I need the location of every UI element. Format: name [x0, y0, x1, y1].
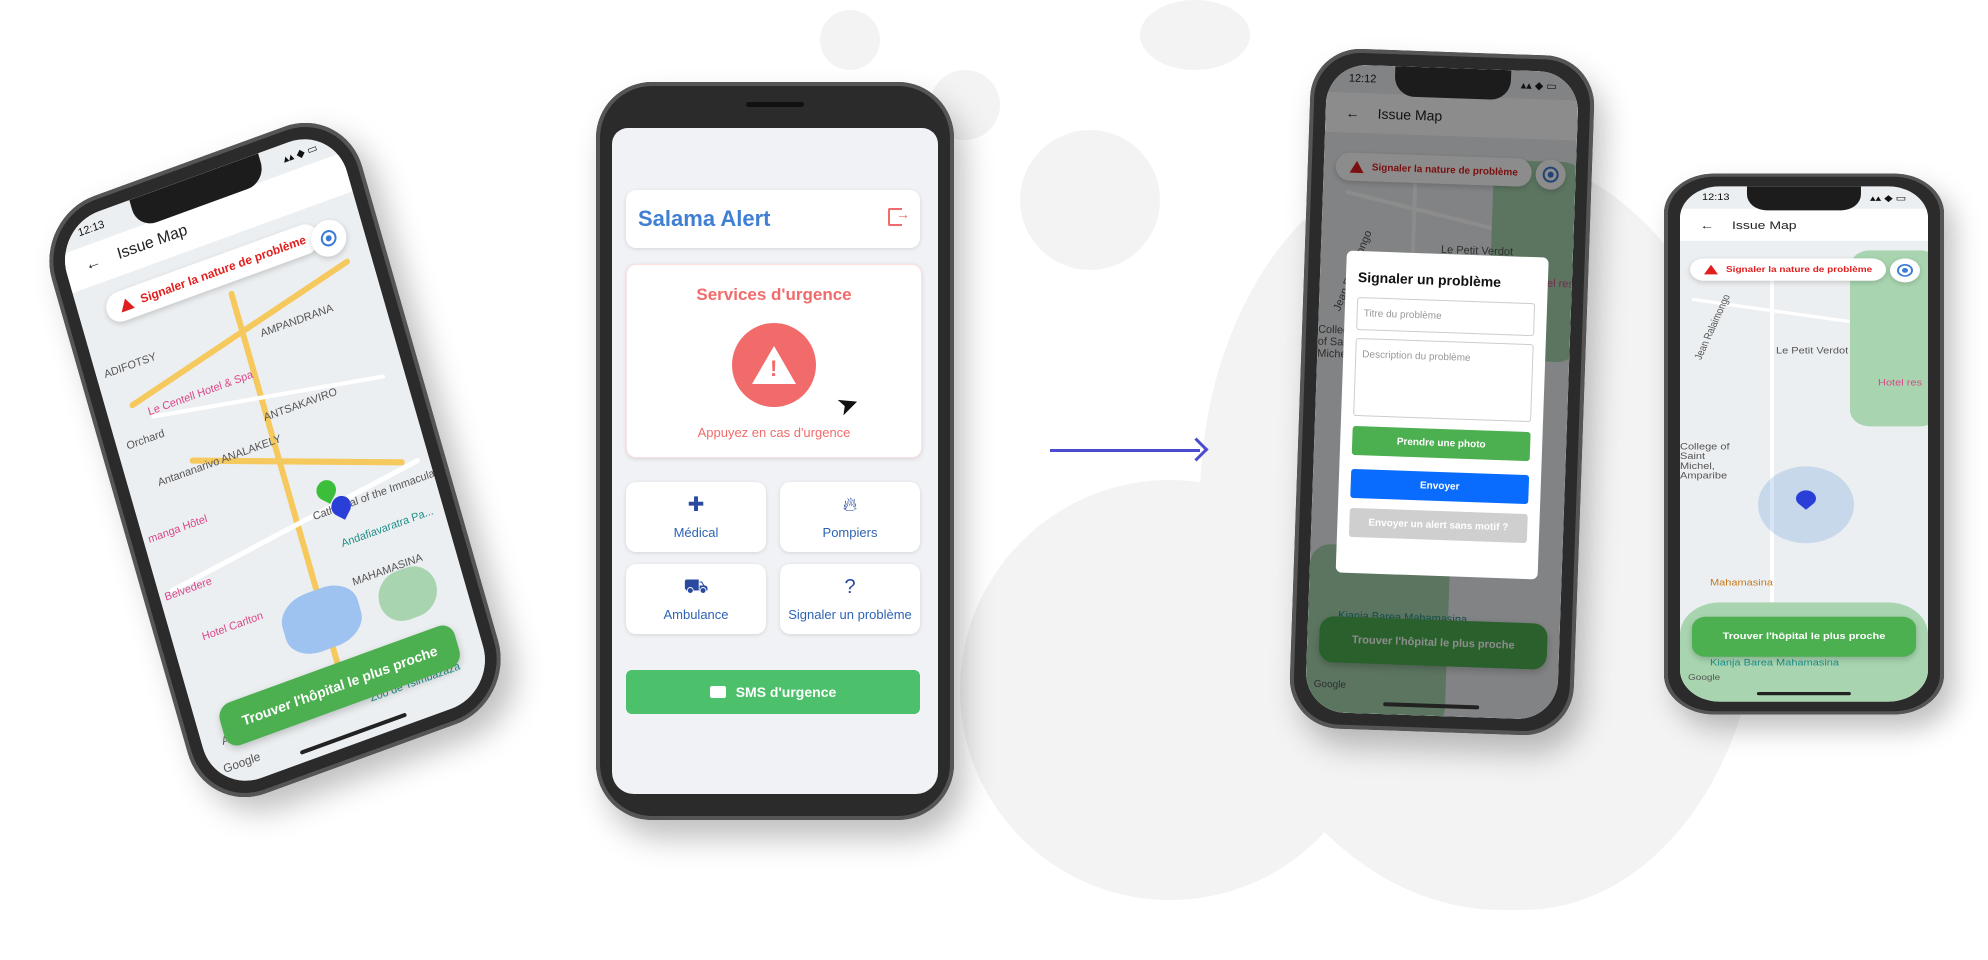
phone-screen: 12:13 ▴▴ ◆ ▭ ← Issue Map Jean Ralaimongo…	[1680, 186, 1928, 702]
find-hospital-button[interactable]: Trouver l'hôpital le plus proche	[1692, 616, 1916, 657]
report-issue-chip-label: Signaler la nature de problème	[1726, 265, 1873, 274]
map-label: Kianja Barea Mahamasina	[1710, 658, 1840, 668]
map-label: Orchard	[125, 427, 166, 453]
map-label: Le Petit Verdot	[1776, 346, 1849, 356]
status-time: 12:13	[1702, 192, 1730, 203]
home-indicator	[1756, 692, 1852, 696]
send-without-reason-button[interactable]: Envoyer un alert sans motif ?	[1348, 507, 1528, 544]
tile-label: Médical	[673, 524, 719, 540]
warning-icon	[1704, 264, 1718, 275]
cursor-pointer-icon: ➤	[832, 386, 864, 422]
back-arrow-icon[interactable]: ←	[1700, 218, 1714, 231]
crosshair-icon	[1897, 264, 1913, 277]
map-label: Hotel Carlton	[200, 609, 265, 644]
back-arrow-icon[interactable]: ←	[83, 253, 103, 276]
tile-label: Signaler un problème	[788, 606, 912, 622]
status-time: 12:12	[1348, 72, 1377, 86]
phone-screen: 12:12 ▴▴ ◆ ▭ ← Issue Map Jean Ralaimongo…	[1304, 63, 1580, 721]
take-photo-button[interactable]: Prendre une photo	[1351, 425, 1531, 462]
modal-title: Signaler un problème	[1357, 269, 1502, 290]
google-logo: Google	[1688, 673, 1721, 683]
background-blob	[820, 10, 880, 70]
map-label: College of Saint Michel, Amparibe	[1680, 442, 1730, 481]
phone-main-app: Salama Alert → Services d'urgence ! ➤ Ap…	[596, 82, 954, 820]
report-modal: Signaler un problème Titre du problème D…	[1335, 250, 1549, 580]
emergency-alert-button[interactable]: !	[732, 323, 816, 407]
app-bar: ← Issue Map	[1680, 208, 1928, 241]
flow-arrow	[1050, 449, 1200, 452]
emergency-title: Services d'urgence	[696, 285, 852, 304]
send-button[interactable]: Envoyer	[1350, 468, 1530, 505]
background-blob	[1020, 130, 1160, 270]
tile-report-issue[interactable]: ? Signaler un problème	[780, 564, 920, 634]
app-title: Salama Alert	[638, 206, 771, 231]
background-blob	[1140, 0, 1250, 70]
emergency-card: Services d'urgence ! ➤ Appuyez en cas d'…	[626, 264, 922, 458]
app-header: Salama Alert →	[626, 190, 920, 248]
phone-notch	[1746, 186, 1862, 211]
warning-icon: !	[752, 346, 796, 384]
logout-arrow-icon: →	[896, 206, 910, 222]
issue-description-input[interactable]: Description du problème	[1353, 337, 1534, 423]
phone-report-modal: 12:12 ▴▴ ◆ ▭ ← Issue Map Jean Ralaimongo…	[1288, 47, 1596, 737]
map-label: Le Centell Hotel & Spa	[146, 368, 255, 419]
medical-kit-icon: ✚	[687, 493, 705, 516]
sms-button-label: SMS d'urgence	[735, 684, 837, 700]
signal-battery-icon: ▴▴ ◆ ▭	[1869, 193, 1906, 204]
sms-emergency-button[interactable]: SMS d'urgence	[626, 670, 920, 714]
message-icon	[709, 686, 726, 698]
map-label: Andafiavaratra Pa...	[340, 505, 435, 551]
tile-medical[interactable]: ✚ Médical	[626, 482, 766, 552]
phone-speaker	[746, 102, 804, 107]
ambulance-icon: ⛟	[683, 575, 709, 598]
warning-icon	[118, 296, 135, 313]
app-bar-title: Issue Map	[1732, 218, 1797, 232]
tile-label: Ambulance	[663, 606, 729, 622]
question-icon: ?	[844, 575, 856, 598]
phone-screen: Salama Alert → Services d'urgence ! ➤ Ap…	[612, 128, 938, 794]
phone-map-left: 12:13 ▴▴ ◆ ▭ ← Issue Map ADIFOTSY AMPAND…	[34, 104, 516, 816]
map-label: manga Hôtel	[146, 512, 209, 546]
phone-screen: 12:13 ▴▴ ◆ ▭ ← Issue Map ADIFOTSY AMPAND…	[53, 125, 497, 795]
map-label: ADIFOTSY	[102, 350, 158, 382]
signal-battery-icon: ▴▴ ◆ ▭	[1520, 79, 1557, 93]
report-issue-chip[interactable]: Signaler la nature de problème	[1690, 258, 1887, 281]
tile-firefighters[interactable]: 🔥︎ Pompiers	[780, 482, 920, 552]
fire-icon: 🔥︎	[842, 493, 858, 516]
phone-notch	[1394, 66, 1512, 101]
map-lake	[275, 577, 368, 663]
issue-title-input[interactable]: Titre du problème	[1356, 296, 1536, 337]
phone-map-right: 12:13 ▴▴ ◆ ▭ ← Issue Map Jean Ralaimongo…	[1664, 173, 1944, 715]
tile-label: Pompiers	[822, 524, 878, 540]
map-label: Mahamasina	[1710, 578, 1773, 588]
map-label: Hotel res	[1878, 378, 1923, 388]
crosshair-icon	[318, 227, 339, 249]
my-location-button[interactable]	[1890, 258, 1920, 283]
emergency-hint: Appuyez en cas d'urgence	[697, 425, 851, 440]
tile-ambulance[interactable]: ⛟ Ambulance	[626, 564, 766, 634]
